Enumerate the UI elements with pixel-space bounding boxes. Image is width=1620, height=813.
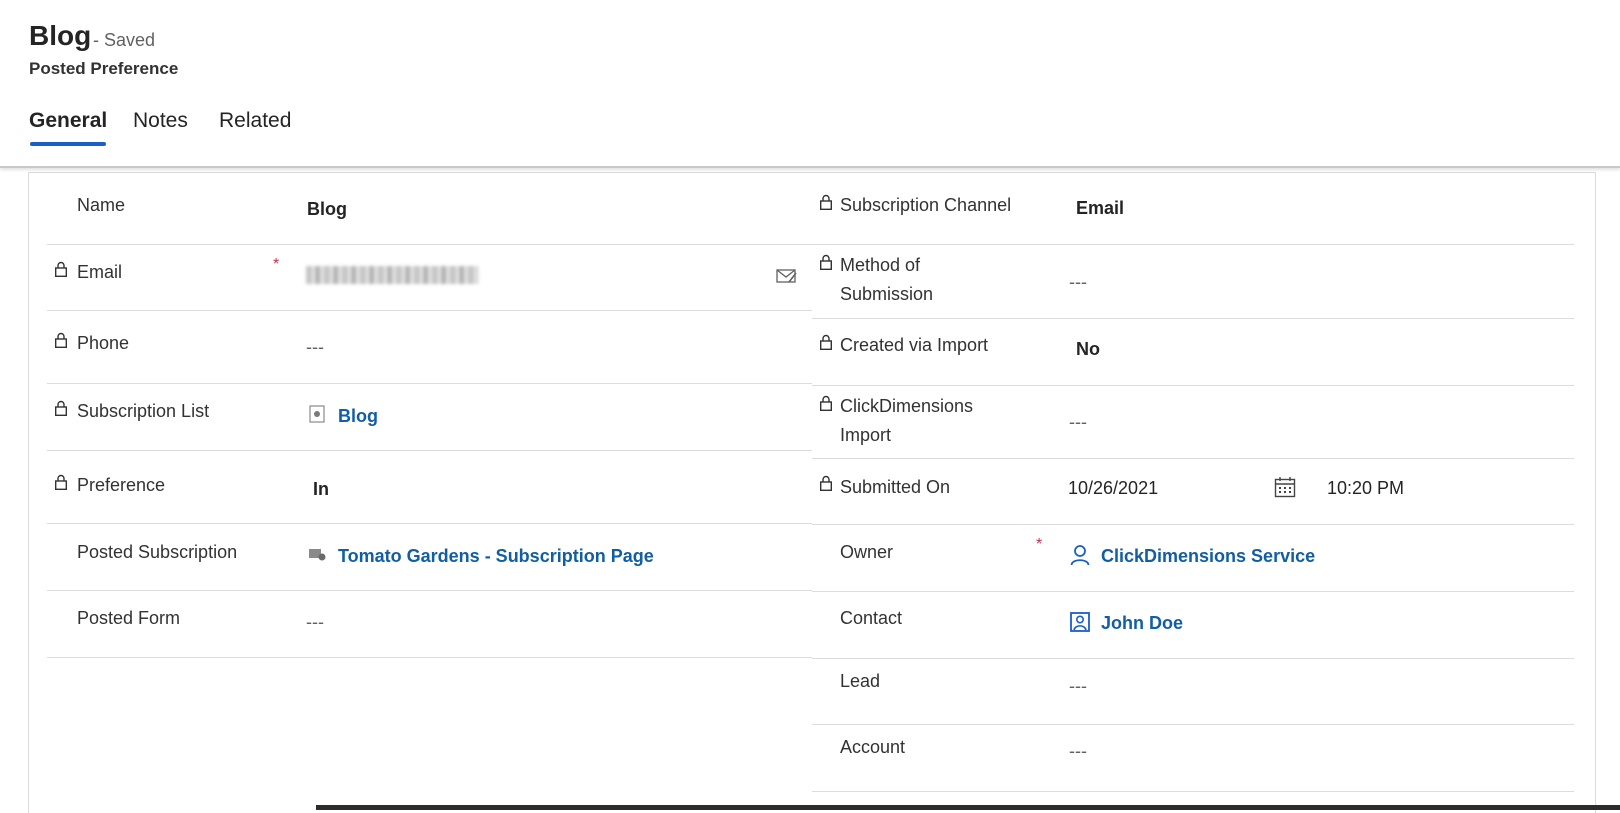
lock-icon bbox=[55, 261, 67, 277]
field-label-posted-subscription: Posted Subscription bbox=[77, 542, 238, 562]
entity-name: Posted Preference bbox=[29, 59, 179, 78]
clickdimensions-import-value[interactable]: --- bbox=[1069, 412, 1087, 433]
field-label-posted-form: Posted Form bbox=[77, 608, 181, 628]
field-row-posted-subscription: Posted Subscription Tomato Gardens - Sub… bbox=[47, 523, 812, 591]
send-email-icon[interactable] bbox=[776, 267, 798, 285]
field-label-preference: Preference bbox=[77, 475, 166, 495]
field-label-clickdimensions-import-line2: Import bbox=[840, 425, 892, 445]
name-value[interactable]: Blog bbox=[307, 199, 347, 220]
lock-icon bbox=[820, 194, 832, 210]
contact-icon bbox=[1070, 612, 1090, 632]
field-label-submitted-on: Submitted On bbox=[840, 477, 951, 497]
field-row-account: Account --- bbox=[812, 724, 1574, 792]
save-status: - Saved bbox=[93, 30, 156, 50]
submitted-on-time[interactable]: 10:20 PM bbox=[1327, 478, 1404, 499]
field-label-account: Account bbox=[840, 737, 906, 757]
field-row-email: Email * bbox=[47, 244, 812, 311]
tab-notes[interactable]: Notes bbox=[133, 109, 188, 133]
field-label-contact: Contact bbox=[840, 608, 903, 628]
lock-icon bbox=[820, 334, 832, 350]
field-row-contact: Contact John Doe bbox=[812, 591, 1574, 659]
phone-value[interactable]: --- bbox=[306, 337, 324, 358]
field-row-owner: Owner * ClickDimensions Service bbox=[812, 524, 1574, 592]
user-icon bbox=[1070, 545, 1090, 566]
field-label-subscription-channel: Subscription Channel bbox=[840, 195, 1012, 215]
posted-subscription-link[interactable]: Tomato Gardens - Subscription Page bbox=[338, 546, 654, 567]
field-row-clickdimensions-import: ClickDimensions Import --- bbox=[812, 385, 1574, 459]
account-value[interactable]: --- bbox=[1069, 741, 1087, 762]
field-label-lead: Lead bbox=[840, 671, 881, 691]
field-label-method-of-submission-line2: Submission bbox=[840, 284, 934, 304]
method-of-submission-value[interactable]: --- bbox=[1069, 272, 1087, 293]
field-label-email: Email bbox=[77, 262, 123, 282]
field-label-phone: Phone bbox=[77, 333, 130, 353]
subscription-list-link[interactable]: Blog bbox=[338, 406, 378, 427]
record-title: Blog bbox=[29, 20, 92, 51]
horizontal-scrollbar[interactable] bbox=[316, 805, 1620, 810]
contact-link[interactable]: John Doe bbox=[1101, 613, 1183, 634]
lock-icon bbox=[55, 400, 67, 416]
field-row-phone: Phone --- bbox=[47, 310, 812, 384]
field-label-created-via-import: Created via Import bbox=[840, 335, 989, 355]
field-row-created-via-import: Created via Import No bbox=[812, 318, 1574, 386]
field-row-submitted-on: Submitted On 10/26/2021 10:20 PM bbox=[812, 458, 1574, 525]
lock-icon bbox=[55, 332, 67, 348]
subscription-page-icon bbox=[309, 549, 326, 561]
lock-icon bbox=[820, 254, 832, 270]
subscription-channel-value[interactable]: Email bbox=[1076, 198, 1124, 219]
field-row-subscription-list: Subscription List Blog bbox=[47, 383, 812, 451]
field-label-owner: Owner bbox=[840, 542, 894, 562]
active-tab-indicator bbox=[30, 142, 106, 146]
lead-value[interactable]: --- bbox=[1069, 676, 1087, 697]
field-row-preference: Preference In bbox=[47, 450, 812, 524]
field-row-lead: Lead --- bbox=[812, 658, 1574, 725]
posted-form-value[interactable]: --- bbox=[306, 612, 324, 633]
field-row-subscription-channel: Subscription Channel Email bbox=[812, 178, 1574, 245]
field-label-subscription-list: Subscription List bbox=[77, 401, 210, 421]
created-via-import-value[interactable]: No bbox=[1076, 339, 1100, 360]
preference-value[interactable]: In bbox=[313, 479, 329, 500]
lock-icon bbox=[55, 474, 67, 490]
lock-icon bbox=[820, 395, 832, 411]
field-row-method-of-submission: Method of Submission --- bbox=[812, 244, 1574, 319]
field-label-clickdimensions-import-line1: ClickDimensions bbox=[840, 396, 974, 416]
field-label-method-of-submission-line1: Method of bbox=[840, 255, 921, 275]
field-row-name: Name Blog bbox=[47, 178, 812, 245]
subscription-list-icon bbox=[309, 405, 325, 423]
lock-icon bbox=[820, 475, 832, 491]
form-header: Blog - Saved Posted Preference General N… bbox=[0, 0, 1620, 168]
tab-related[interactable]: Related bbox=[219, 109, 291, 133]
field-label-name: Name bbox=[77, 195, 126, 215]
required-marker: * bbox=[273, 256, 280, 273]
email-value-redacted[interactable] bbox=[306, 266, 478, 284]
submitted-on-date[interactable]: 10/26/2021 bbox=[1068, 478, 1158, 499]
owner-link[interactable]: ClickDimensions Service bbox=[1101, 546, 1315, 567]
required-marker: * bbox=[1036, 536, 1043, 553]
field-row-posted-form: Posted Form --- bbox=[47, 590, 812, 658]
calendar-icon[interactable] bbox=[1274, 476, 1296, 498]
tab-general[interactable]: General bbox=[29, 109, 107, 133]
